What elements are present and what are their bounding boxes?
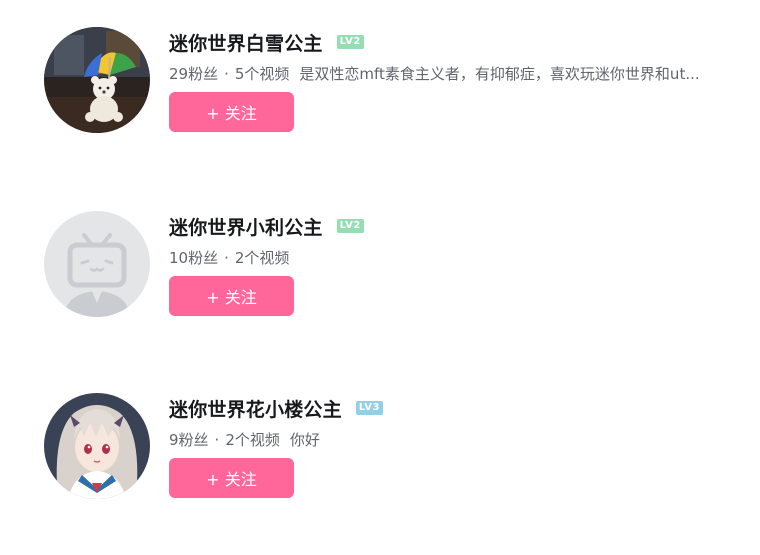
level-badge: LV2	[336, 219, 364, 233]
default-tv-avatar-icon	[44, 211, 150, 317]
follow-button[interactable]: + 关注	[169, 276, 294, 316]
video-count: 2个视频	[225, 431, 280, 449]
user-meta: 10粉丝 · 2个视频	[169, 247, 749, 268]
follower-count: 29粉丝	[169, 65, 219, 83]
teddy-bear-umbrella-avatar-icon	[44, 27, 150, 133]
user-name[interactable]: 迷你世界小利公主	[169, 213, 323, 240]
follow-button[interactable]: + 关注	[169, 92, 294, 132]
user-card: 迷你世界白雪公主 LV2 29粉丝 · 5个视频 是双性恋mft素食主义者，有抑郁症，…	[0, 0, 760, 140]
level-badge: LV3	[355, 401, 384, 415]
user-card: 迷你世界小利公主 LV2 10粉丝 · 2个视频 + 关注	[0, 184, 760, 324]
user-meta: 29粉丝 · 5个视频 是双性恋mft素食主义者，有抑郁症，喜欢玩迷你世界和ut...	[169, 63, 749, 84]
user-bio: 你好	[289, 431, 320, 449]
user-name[interactable]: 迷你世界白雪公主	[169, 29, 323, 56]
video-count: 2个视频	[234, 249, 290, 267]
user-bio: 是双性恋mft素食主义者，有抑郁症，喜欢玩迷你世界和ut...	[299, 65, 700, 83]
meta-separator: ·	[224, 65, 229, 83]
follow-button[interactable]: + 关注	[169, 458, 294, 498]
anime-girl-avatar-icon	[44, 393, 150, 499]
avatar[interactable]	[44, 27, 150, 133]
meta-separator: ·	[214, 431, 220, 449]
video-count: 5个视频	[234, 65, 290, 83]
follower-count: 10粉丝	[169, 249, 219, 267]
user-name[interactable]: 迷你世界花小楼公主	[169, 395, 342, 422]
avatar[interactable]	[44, 211, 150, 317]
name-row: 迷你世界花小楼公主 LV3	[169, 394, 384, 422]
user-meta: 9粉丝 · 2个视频 你好	[169, 429, 749, 450]
user-card: 迷你世界花小楼公主 LV3 9粉丝 · 2个视频 你好 + 关注	[0, 366, 760, 506]
avatar[interactable]	[44, 393, 150, 499]
meta-separator: ·	[224, 249, 229, 267]
name-row: 迷你世界小利公主 LV2	[169, 212, 364, 240]
level-badge: LV2	[336, 35, 364, 49]
follower-count: 9粉丝	[169, 431, 209, 449]
name-row: 迷你世界白雪公主 LV2	[169, 28, 364, 56]
user-result-list: 迷你世界白雪公主 LV2 29粉丝 · 5个视频 是双性恋mft素食主义者，有抑郁症，…	[0, 0, 760, 555]
